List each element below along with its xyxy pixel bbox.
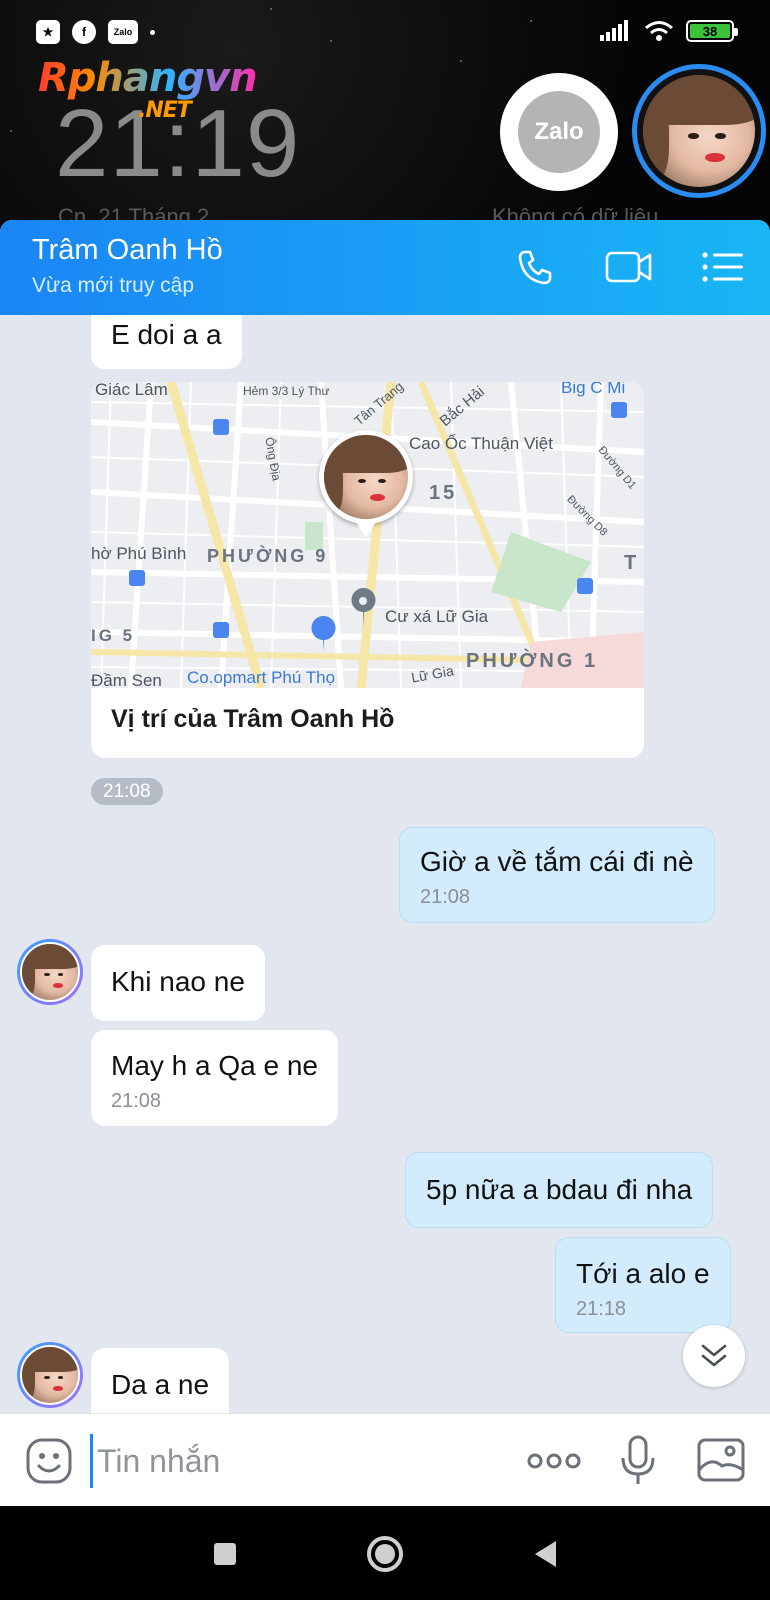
- message-timestamp: 21:18: [576, 1298, 627, 1320]
- avatar-photo: [324, 435, 408, 519]
- watermark-main: Rphangvn: [38, 55, 258, 101]
- message-text: Giờ a về tắm cái đi nè: [420, 846, 694, 877]
- signal-icon: [600, 20, 628, 41]
- star-dot: [530, 20, 532, 22]
- call-button[interactable]: [510, 244, 560, 290]
- wifi-icon: [645, 21, 673, 41]
- battery-level: 38: [690, 24, 730, 39]
- recent-apps-icon: [214, 1543, 236, 1565]
- map-label: Big C Mi: [561, 382, 626, 397]
- contact-avatar[interactable]: [17, 1342, 83, 1408]
- message-input[interactable]: [90, 1434, 500, 1488]
- menu-list-icon: [702, 252, 743, 282]
- notification-dot: [150, 29, 155, 35]
- message-list[interactable]: E doi a a Giác Lâm Hẻm 3/3 Lý Thư Tân Tr…: [0, 315, 770, 1413]
- message-bubble-received[interactable]: May h a Qa e ne 21:08: [91, 1030, 339, 1126]
- watermark-net: .NET: [138, 98, 192, 123]
- map-label: Giác Lâm: [95, 382, 168, 399]
- facebook-glyph: f: [82, 25, 86, 39]
- video-call-button[interactable]: [604, 244, 654, 290]
- back-button[interactable]: [525, 1534, 565, 1574]
- watermark-logo: Rphangvn .NET: [38, 55, 258, 122]
- emoji-icon: [26, 1438, 72, 1484]
- status-bar-right: 38: [600, 20, 738, 42]
- zalo-notification-label: Zalo: [113, 27, 133, 37]
- contact-status: Vừa mới truy cập: [32, 274, 195, 297]
- message-bubble-sent[interactable]: Giờ a về tắm cái đi nè 21:08: [399, 827, 715, 923]
- send-image-button[interactable]: [696, 1436, 746, 1484]
- message-input-bar: [0, 1413, 770, 1506]
- message-bubble-sent[interactable]: Tới a alo e 21:18: [555, 1237, 731, 1333]
- home-icon: [367, 1536, 403, 1572]
- chat-header: Trâm Oanh Hồ Vừa mới truy cập: [0, 220, 770, 315]
- map-label: Đầm Sen: [91, 671, 162, 688]
- contact-name[interactable]: Trâm Oanh Hồ: [32, 234, 223, 267]
- microphone-icon: [621, 1435, 655, 1484]
- zalo-bubble-label: Zalo: [534, 118, 584, 145]
- more-options-icon: [527, 1453, 581, 1469]
- battery-indicator: 38: [686, 20, 738, 42]
- chat-window: Trâm Oanh Hồ Vừa mới truy cập E doi a a: [0, 220, 770, 1506]
- options-menu-button[interactable]: [698, 244, 748, 290]
- avatar-photo: [20, 942, 80, 1002]
- location-caption: Vị trí của Trâm Oanh Hồ: [111, 705, 395, 733]
- contact-avatar[interactable]: [17, 939, 83, 1005]
- message-text: 5p nữa a bdau đi nha: [426, 1174, 693, 1205]
- message-text: Da a ne: [111, 1369, 210, 1400]
- voice-record-button[interactable]: [618, 1434, 658, 1488]
- contact-chathead[interactable]: [632, 64, 766, 198]
- star-dot: [270, 8, 272, 10]
- location-pin-avatar: [319, 430, 413, 538]
- double-chevron-down-icon: [701, 1344, 727, 1367]
- map-label: Cao Ốc Thuận Việt: [409, 434, 553, 453]
- message-text: Khi nao ne: [111, 966, 245, 997]
- facebook-icon: f: [72, 20, 96, 44]
- video-call-icon: [605, 251, 652, 283]
- lockscreen-backdrop: ★ f Zalo 38 21:19 Cn, 21 Tháng 2 Không c…: [0, 0, 770, 230]
- map-label: Cư xá Lữ Gia: [385, 607, 489, 626]
- back-icon: [535, 1541, 556, 1567]
- map-label: Co.opmart Phú Thọ: [187, 668, 336, 687]
- map-label: PHƯỜNG 1: [466, 650, 599, 672]
- more-options-button[interactable]: [526, 1446, 582, 1476]
- phone-icon: [518, 250, 552, 285]
- status-bar-left: ★ f Zalo: [36, 20, 155, 44]
- location-map[interactable]: Giác Lâm Hẻm 3/3 Lý Thư Tân Trang Bắc Hả…: [91, 382, 644, 688]
- message-text: May h a Qa e ne: [111, 1050, 319, 1081]
- home-button[interactable]: [365, 1534, 405, 1574]
- avatar-photo: [643, 75, 755, 187]
- message-bubble-received[interactable]: E doi a a: [91, 315, 242, 369]
- message-text: E doi a a: [111, 319, 222, 350]
- star-dot: [330, 40, 332, 42]
- map-label: T: [624, 552, 640, 574]
- recent-apps-button[interactable]: [205, 1534, 245, 1574]
- zalo-chat-bubble[interactable]: Zalo: [500, 73, 618, 191]
- message-text: Tới a alo e: [576, 1258, 710, 1289]
- message-bubble-sent[interactable]: 5p nữa a bdau đi nha: [405, 1152, 714, 1228]
- star-dot: [10, 130, 12, 132]
- system-navigation-bar: [0, 1506, 770, 1600]
- zalo-notification-icon: Zalo: [108, 20, 138, 44]
- star-dot: [460, 60, 462, 62]
- message-timestamp: 21:08: [111, 1090, 162, 1112]
- location-card[interactable]: Giác Lâm Hẻm 3/3 Lý Thư Tân Trang Bắc Hả…: [91, 382, 644, 758]
- avatar-photo: [20, 1345, 80, 1405]
- map-label: PHƯỜNG 9: [207, 546, 329, 566]
- map-label: Hẻm 3/3 Lý Thư: [243, 384, 330, 398]
- scroll-to-bottom-button[interactable]: [683, 1325, 745, 1387]
- emoji-button[interactable]: [24, 1436, 74, 1486]
- star-app-icon: ★: [36, 20, 60, 44]
- image-icon: [697, 1438, 745, 1482]
- map-label: 15: [429, 482, 458, 504]
- message-bubble-received[interactable]: Khi nao ne: [91, 945, 265, 1021]
- zalo-logo-icon: Zalo: [518, 91, 600, 173]
- message-timestamp: 21:08: [420, 886, 471, 908]
- map-label: hờ Phú Bình: [91, 544, 187, 563]
- message-bubble-received[interactable]: Da a ne: [91, 1348, 230, 1413]
- message-timestamp: 21:08: [91, 778, 163, 805]
- map-label: IG 5: [91, 626, 136, 645]
